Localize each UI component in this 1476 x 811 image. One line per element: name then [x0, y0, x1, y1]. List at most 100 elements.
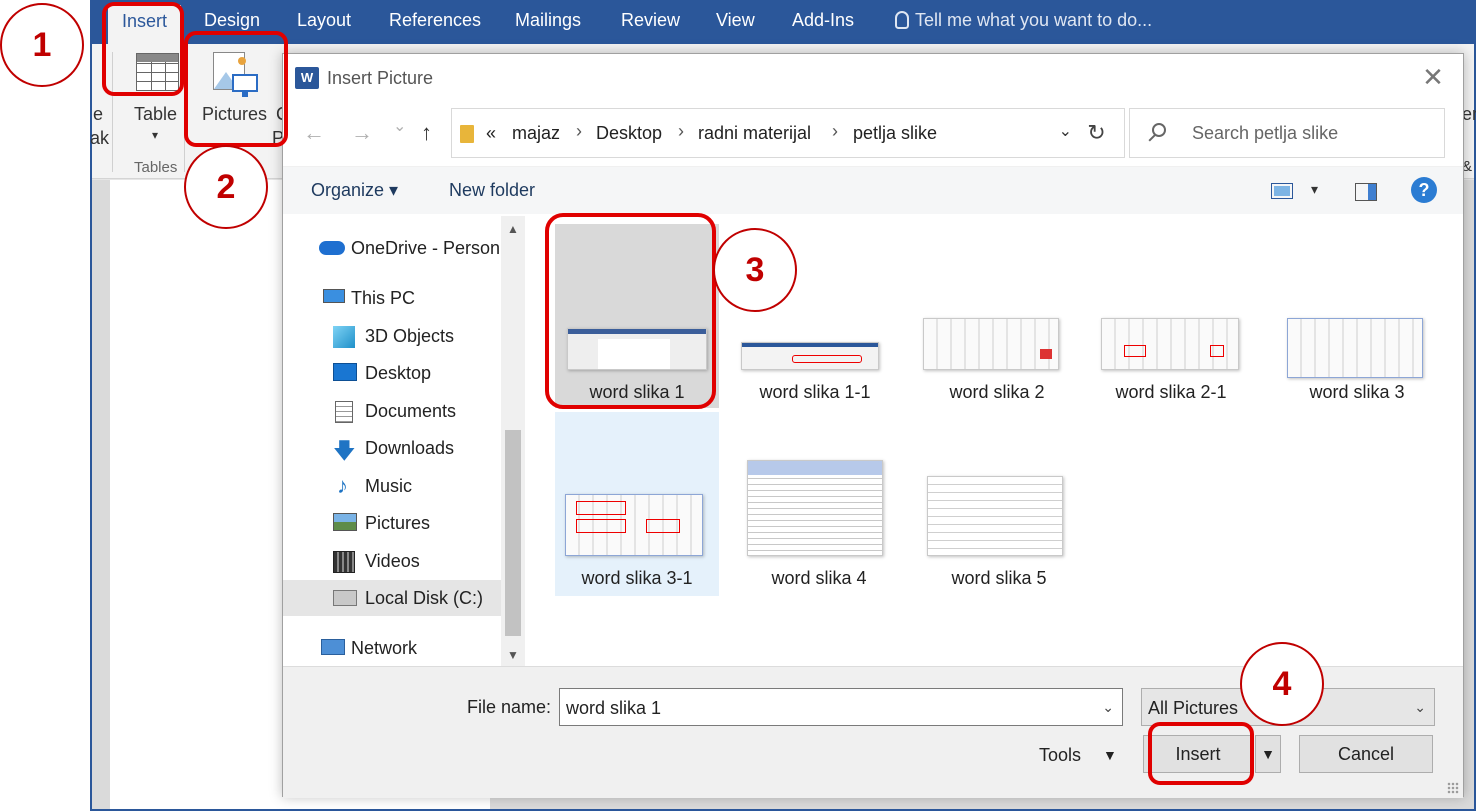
- image-thumbnail: [927, 476, 1063, 556]
- table-button[interactable]: Table: [134, 104, 177, 125]
- thumbnail-highlight: [1124, 345, 1146, 357]
- ribbon-partial-label-2: ak: [90, 128, 110, 148]
- file-name-field[interactable]: word slika 1 ⌄: [559, 688, 1123, 726]
- tab-mailings[interactable]: Mailings: [515, 10, 581, 31]
- tools-dropdown-icon[interactable]: ▼: [1103, 747, 1117, 763]
- thumbnail-highlight: [576, 501, 626, 515]
- annotation-step-2: 2: [184, 145, 268, 229]
- tab-add-ins[interactable]: Add-Ins: [792, 10, 854, 31]
- file-name-label: word slika 1-1: [759, 382, 871, 402]
- file-tile-word-slika-4[interactable]: word slika 4: [737, 412, 901, 596]
- search-input[interactable]: Search petlja slike: [1129, 108, 1445, 158]
- thumbnail-highlight: [576, 519, 626, 533]
- sidebar-item-this-pc[interactable]: This PC: [283, 280, 501, 316]
- file-tile-word-slika-3-1[interactable]: word slika 3-1: [555, 412, 719, 596]
- file-name-label: word slika 2: [949, 382, 1045, 402]
- insert-dropdown-icon[interactable]: ▼: [1255, 735, 1281, 773]
- sidebar-item-label: Network: [351, 638, 418, 658]
- sidebar-item-label: OneDrive - Person: [351, 238, 501, 258]
- breadcrumb-separator[interactable]: ›: [576, 121, 582, 142]
- image-thumbnail: [747, 460, 883, 556]
- tools-button[interactable]: Tools: [1039, 745, 1081, 766]
- breadcrumb-desktop[interactable]: Desktop: [596, 123, 662, 144]
- recent-locations-icon[interactable]: ⌄: [393, 116, 406, 136]
- breadcrumb-separator[interactable]: ›: [832, 121, 838, 142]
- refresh-icon[interactable]: ↻: [1069, 108, 1125, 158]
- breadcrumb-separator[interactable]: ›: [678, 121, 684, 142]
- thumbnail-highlight: [792, 355, 862, 363]
- annotation-step-3: 3: [713, 228, 797, 312]
- breadcrumb-overflow[interactable]: «: [486, 123, 496, 144]
- thumbnail-highlight: [748, 461, 882, 475]
- videos-icon: [333, 551, 355, 573]
- sidebar-item-network[interactable]: Network: [283, 630, 501, 666]
- close-icon[interactable]: ✕: [1417, 62, 1449, 94]
- sidebar-item-downloads[interactable]: 🡇 Downloads: [283, 430, 501, 466]
- help-icon[interactable]: ?: [1411, 177, 1437, 203]
- change-view-icon[interactable]: [1271, 183, 1293, 199]
- ribbon-partial-label-5: er: [1462, 104, 1476, 124]
- file-name-label: File name:: [467, 697, 552, 717]
- image-thumbnail: [565, 494, 703, 556]
- lightbulb-icon: [895, 11, 909, 29]
- file-tile-word-slika-2[interactable]: word slika 2: [915, 224, 1079, 408]
- file-name-label: word slika 5: [951, 568, 1047, 588]
- file-name-label: word slika 3: [1309, 382, 1405, 402]
- resize-grip-icon[interactable]: [1447, 782, 1459, 794]
- thumbnail-highlight: [1210, 345, 1224, 357]
- sidebar-item-documents[interactable]: Documents: [283, 393, 501, 429]
- tell-me-search[interactable]: Tell me what you want to do...: [895, 10, 1152, 31]
- file-name-label: word slika 4: [771, 568, 867, 588]
- sidebar-item-pictures[interactable]: Pictures: [283, 505, 501, 541]
- back-arrow-icon[interactable]: ←: [303, 120, 325, 146]
- sidebar-item-desktop[interactable]: Desktop: [283, 355, 501, 391]
- preview-pane-icon[interactable]: [1355, 183, 1377, 201]
- command-bar: Organize ▾ New folder ▾ ?: [283, 166, 1463, 214]
- sidebar-item-label: Pictures: [365, 513, 431, 533]
- file-name-value: word slika 1: [566, 698, 662, 718]
- sidebar-item-local-disk[interactable]: Local Disk (C:): [283, 580, 501, 616]
- up-arrow-icon[interactable]: ↑: [421, 120, 432, 146]
- file-tile-word-slika-3[interactable]: word slika 3: [1275, 224, 1439, 408]
- chevron-down-icon[interactable]: ⌄: [1414, 699, 1426, 716]
- address-bar[interactable]: « majaz › Desktop › radni materijal › pe…: [451, 108, 1087, 158]
- tab-review[interactable]: Review: [621, 10, 680, 31]
- tab-design[interactable]: Design: [204, 10, 260, 31]
- breadcrumb-petlja-slike[interactable]: petlja slike: [853, 123, 937, 144]
- new-folder-button[interactable]: New folder: [449, 180, 535, 201]
- annotation-step-4: 4: [1240, 642, 1324, 726]
- cube-icon: [333, 326, 355, 348]
- table-dropdown-icon[interactable]: ▾: [152, 128, 158, 142]
- cloud-icon: [319, 241, 345, 255]
- file-name-label: word slika 2-1: [1115, 382, 1227, 402]
- screenshot: Insert Design Layout References Mailings…: [0, 0, 1476, 811]
- sidebar-item-onedrive[interactable]: OneDrive - Person: [283, 230, 501, 266]
- sidebar-item-music[interactable]: ♪ Music: [283, 468, 501, 504]
- search-placeholder: Search petlja slike: [1192, 123, 1339, 143]
- tab-view[interactable]: View: [716, 10, 755, 31]
- view-dropdown[interactable]: ▾: [1311, 181, 1318, 198]
- forward-arrow-icon[interactable]: →: [351, 120, 373, 146]
- organize-button[interactable]: Organize ▾: [311, 180, 398, 201]
- scrollbar-thumb[interactable]: [505, 430, 521, 636]
- scroll-up-arrow-icon[interactable]: ▲: [507, 222, 519, 236]
- file-name-label: word slika 3-1: [581, 568, 693, 588]
- file-tile-word-slika-5[interactable]: word slika 5: [917, 412, 1081, 596]
- cancel-button[interactable]: Cancel: [1299, 735, 1433, 773]
- chevron-down-icon[interactable]: ⌄: [1102, 699, 1114, 716]
- navigation-bar: ← → ⌄ ↑ « majaz › Desktop › radni materi…: [283, 106, 1463, 162]
- breadcrumb-radni-materijal[interactable]: radni materijal: [698, 123, 811, 144]
- sidebar-item-videos[interactable]: Videos: [283, 543, 501, 579]
- sidebar-item-label: 3D Objects: [365, 326, 455, 346]
- tab-references[interactable]: References: [389, 10, 481, 31]
- dialog-title-bar: W Insert Picture ✕: [283, 54, 1463, 104]
- file-tile-word-slika-2-1[interactable]: word slika 2-1: [1089, 224, 1253, 408]
- scroll-down-arrow-icon[interactable]: ▼: [507, 648, 519, 662]
- tab-layout[interactable]: Layout: [297, 10, 351, 31]
- sidebar-scrollbar[interactable]: ▲ ▼: [501, 216, 525, 666]
- sidebar-item-label: Videos: [365, 551, 420, 571]
- ribbon-tab-bar: Insert Design Layout References Mailings…: [92, 0, 1474, 44]
- word-logo-icon: W: [295, 67, 319, 89]
- breadcrumb-majaz[interactable]: majaz: [512, 123, 560, 144]
- sidebar-item-3d-objects[interactable]: 3D Objects: [283, 318, 501, 354]
